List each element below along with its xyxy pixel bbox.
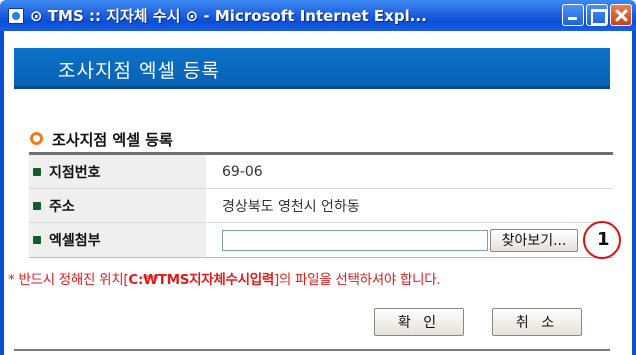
page-title: 조사지점 엑셀 등록 <box>58 60 220 82</box>
form-row-address: 주소 경상북도 영천시 언하동 <box>29 189 613 223</box>
close-button[interactable] <box>610 4 632 26</box>
annotation-number: 1 <box>597 229 610 250</box>
internet-explorer-icon <box>8 7 24 24</box>
section-title: 조사지점 엑셀 등록 <box>52 131 173 149</box>
excel-attach-label: 엑셀첨부 <box>49 233 101 249</box>
section-bullet-icon <box>30 132 43 145</box>
form-label-cell: 엑셀첨부 <box>29 223 206 257</box>
notice-suffix: ]의 파일을 선택하셔야 합니다. <box>273 272 441 288</box>
notice-path: C:₩TMS지자체수시입력 <box>128 272 274 288</box>
confirm-button[interactable]: 확 인 <box>374 308 464 336</box>
point-number-value: 69-06 <box>222 163 263 180</box>
point-number-label: 지점번호 <box>49 164 101 181</box>
footer-divider <box>14 349 610 351</box>
window-title: ⊙ TMS :: 지자체 수시 ⊙ - Microsoft Internet E… <box>30 7 427 25</box>
bullet-icon <box>33 201 41 210</box>
registration-form: 지점번호 69-06 주소 경상북도 영천시 언하동 엑셀첨부 찾아보기... <box>29 152 613 258</box>
address-label: 주소 <box>49 198 75 215</box>
window-frame-left <box>0 31 4 355</box>
excel-attach-cell: 찾아보기... <box>206 223 613 257</box>
file-path-input[interactable] <box>222 229 488 251</box>
form-label-cell: 지점번호 <box>29 155 206 188</box>
notice-prefix: * 반드시 정해진 위치[ <box>8 272 129 288</box>
maximize-button[interactable] <box>586 4 608 26</box>
bullet-icon <box>33 167 41 176</box>
browse-button[interactable]: 찾아보기... <box>490 228 578 252</box>
page-header-banner: 조사지점 엑셀 등록 <box>14 48 610 89</box>
cancel-button[interactable]: 취 소 <box>492 308 582 336</box>
minimize-button[interactable] <box>562 4 584 26</box>
form-label-cell: 주소 <box>29 189 206 222</box>
form-row-point-number: 지점번호 69-06 <box>29 155 613 189</box>
window-frame-right <box>632 31 636 355</box>
window-title-bar[interactable]: ⊙ TMS :: 지자체 수시 ⊙ - Microsoft Internet E… <box>0 0 636 31</box>
form-row-excel-attach: 엑셀첨부 찾아보기... <box>29 223 613 257</box>
file-location-notice: * 반드시 정해진 위치[C:₩TMS지자체수시입력]의 파일을 선택하셔야 합… <box>8 268 628 288</box>
address-value: 경상북도 영천시 언하동 <box>222 198 360 215</box>
bullet-icon <box>33 236 41 244</box>
